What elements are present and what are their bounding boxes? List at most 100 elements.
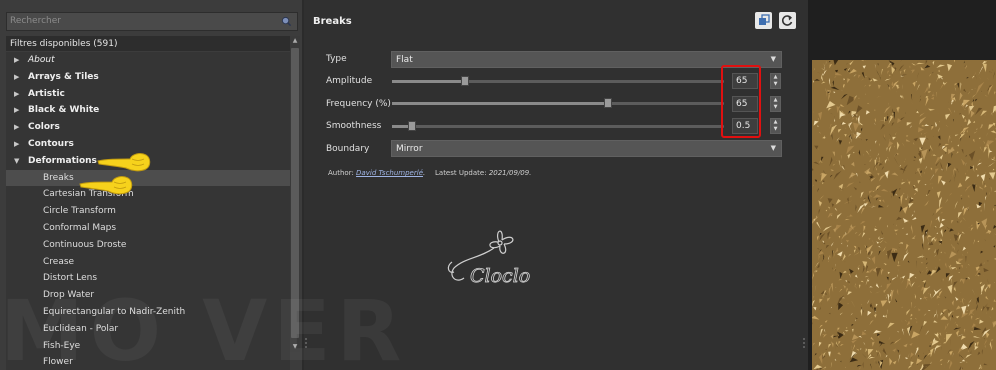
spin-down-icon[interactable]: ▼ xyxy=(771,81,780,88)
update-suffix: . xyxy=(529,169,532,177)
tree-item-label: Contours xyxy=(28,138,74,149)
splitter-handle[interactable] xyxy=(802,336,806,350)
frequency-slider-handle[interactable] xyxy=(604,98,612,108)
tree-filter-item[interactable]: Distort Lens xyxy=(6,270,290,287)
copy-icon xyxy=(759,14,770,25)
smoothness-slider-handle[interactable] xyxy=(408,121,416,131)
chevron-down-icon: ▼ xyxy=(770,55,776,63)
scroll-down-icon[interactable]: ▼ xyxy=(290,342,300,352)
amplitude-slider[interactable] xyxy=(392,76,724,86)
type-value: Flat xyxy=(396,55,413,65)
tree-item-label: Breaks xyxy=(43,172,74,183)
smoothness-spinner[interactable]: ▲ ▼ xyxy=(770,118,781,134)
highlight-annotation xyxy=(721,65,761,138)
chevron-right-icon[interactable]: ▶ xyxy=(14,52,19,69)
tree-category[interactable]: ▶ About xyxy=(6,52,290,69)
update-label: Latest Update: xyxy=(435,169,487,177)
filters-tree: ▶ About ▶ Arrays & Tiles ▶ Artistic ▶ Black & W… xyxy=(6,52,290,370)
tree-filter-item[interactable]: Flower xyxy=(6,354,290,370)
search-input[interactable]: Rechercher xyxy=(10,16,61,26)
tree-item-label: Distort Lens xyxy=(43,273,98,284)
author-info: Author: David Tschumperlé. xyxy=(328,169,425,177)
tree-filter-item[interactable]: Crease xyxy=(6,254,290,271)
chevron-right-icon[interactable]: ▶ xyxy=(14,69,19,86)
tree-filter-item[interactable]: Equirectangular to Nadir-Zenith xyxy=(6,304,290,321)
spin-down-icon[interactable]: ▼ xyxy=(771,104,780,111)
chevron-right-icon[interactable]: ▶ xyxy=(14,86,19,103)
frequency-slider[interactable] xyxy=(392,98,724,108)
tree-item-label: Equirectangular to Nadir-Zenith xyxy=(43,306,186,317)
tree-item-label: Flower xyxy=(43,357,73,368)
frequency-slider-fill xyxy=(392,102,608,105)
preview-image[interactable] xyxy=(812,60,996,370)
spin-up-icon[interactable]: ▲ xyxy=(771,97,780,104)
tree-item-label: Drop Water xyxy=(43,290,95,301)
tree-category[interactable]: ▶ Colors xyxy=(6,119,290,136)
update-value: 2021/09/09 xyxy=(488,169,530,177)
tree-category[interactable]: ▶ Arrays & Tiles xyxy=(6,69,290,86)
tree-item-label: Deformations xyxy=(28,155,97,166)
scroll-up-icon[interactable]: ▲ xyxy=(290,36,300,46)
chevron-right-icon[interactable]: ▶ xyxy=(14,102,19,119)
tree-item-label: Arrays & Tiles xyxy=(28,71,99,82)
tree-item-label: Euclidean - Polar xyxy=(43,323,119,334)
filter-settings-panel: Breaks Type Flat ▼ Amplitude 65 ▲ ▼ Frequ… xyxy=(304,0,808,370)
smoothness-label: Smoothness xyxy=(326,121,382,131)
signature-logo: Cloclo xyxy=(447,230,531,287)
type-label: Type xyxy=(326,54,347,64)
tree-item-label: Black & White xyxy=(28,105,100,116)
tree-filter-item[interactable]: Conformal Maps xyxy=(6,220,290,237)
tree-item-label: Fish-Eye xyxy=(43,340,81,351)
tree-item-label: Crease xyxy=(43,256,75,267)
pointing-hand-icon xyxy=(79,176,133,195)
pointing-hand-icon xyxy=(97,153,151,172)
chevron-down-icon: ▼ xyxy=(770,144,776,152)
tree-filter-item[interactable]: Circle Transform xyxy=(6,203,290,220)
refresh-button[interactable] xyxy=(779,12,796,29)
amplitude-label: Amplitude xyxy=(326,76,373,86)
filters-panel: Rechercher Filtres disponibles (591) ▶ Ab… xyxy=(0,0,302,370)
tree-item-label: Continuous Droste xyxy=(43,239,127,250)
spin-up-icon[interactable]: ▲ xyxy=(771,119,780,126)
frequency-spinner[interactable]: ▲ ▼ xyxy=(770,96,781,112)
tree-filter-item[interactable]: Euclidean - Polar xyxy=(6,321,290,338)
tree-filter-item[interactable]: Cartesian Transform xyxy=(6,186,290,203)
refresh-icon xyxy=(781,15,793,26)
author-link[interactable]: David Tschumperlé xyxy=(356,169,423,177)
author-suffix: . xyxy=(423,169,426,177)
amplitude-slider-handle[interactable] xyxy=(461,76,469,86)
boundary-label: Boundary xyxy=(326,144,370,154)
splitter-handle[interactable] xyxy=(304,336,308,350)
tree-item-label: Artistic xyxy=(28,88,65,99)
filter-title: Breaks xyxy=(313,16,352,27)
spin-up-icon[interactable]: ▲ xyxy=(771,74,780,81)
filters-count-header: Filtres disponibles (591) xyxy=(6,36,290,51)
boundary-select[interactable]: Mirror ▼ xyxy=(391,140,782,157)
scroll-thumb[interactable] xyxy=(291,48,299,338)
boundary-value: Mirror xyxy=(396,144,423,154)
tree-category[interactable]: ▶ Artistic xyxy=(6,86,290,103)
smoothness-slider[interactable] xyxy=(392,121,724,131)
tree-item-label: Circle Transform xyxy=(43,206,116,217)
amplitude-slider-fill xyxy=(392,80,465,83)
spin-down-icon[interactable]: ▼ xyxy=(771,126,780,133)
chevron-down-icon[interactable]: ▼ xyxy=(14,153,19,170)
tree-filter-item[interactable]: Drop Water xyxy=(6,287,290,304)
search-field[interactable]: Rechercher xyxy=(6,12,298,31)
tree-category[interactable]: ▶ Black & White xyxy=(6,102,290,119)
preview-panel xyxy=(808,0,996,370)
search-icon[interactable] xyxy=(281,16,292,27)
filters-scrollbar[interactable]: ▲ ▼ xyxy=(290,36,300,352)
chevron-right-icon[interactable]: ▶ xyxy=(14,136,19,153)
frequency-label: Frequency (%) xyxy=(326,99,391,109)
update-info: Latest Update: 2021/09/09. xyxy=(435,169,531,177)
tree-filter-item[interactable]: Fish-Eye xyxy=(6,338,290,355)
amplitude-spinner[interactable]: ▲ ▼ xyxy=(770,73,781,89)
chevron-right-icon[interactable]: ▶ xyxy=(14,119,19,136)
tree-filter-item[interactable]: Continuous Droste xyxy=(6,237,290,254)
signature-text: Cloclo xyxy=(470,265,530,287)
tree-item-label: About xyxy=(28,55,55,65)
copy-button[interactable] xyxy=(755,12,772,29)
author-label: Author: xyxy=(328,169,354,177)
tree-item-label: Conformal Maps xyxy=(43,222,117,233)
